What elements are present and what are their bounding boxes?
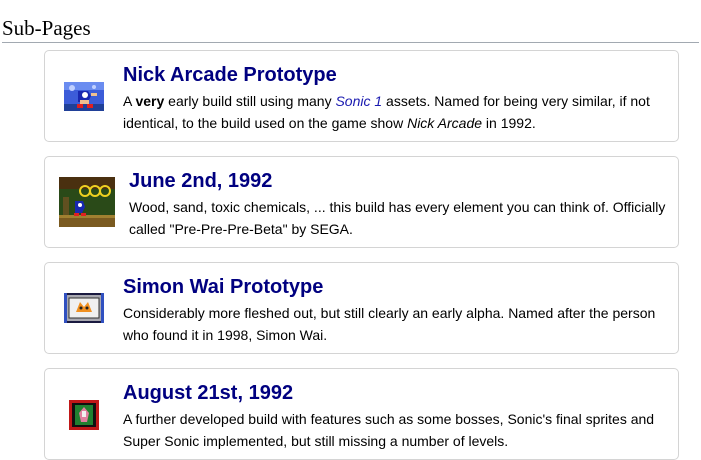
august-21st-thumbnail[interactable] <box>69 400 99 430</box>
card-description: Considerably more fleshed out, but still… <box>123 305 656 343</box>
subpage-card-nick-arcade: Nick Arcade Prototype A very early build… <box>44 50 679 142</box>
card-title[interactable]: June 2nd, 1992 <box>129 169 272 193</box>
simon-wai-thumbnail[interactable] <box>64 293 104 323</box>
june-2nd-thumbnail[interactable] <box>59 177 115 227</box>
desc-text: A <box>123 93 136 109</box>
desc-italic: Nick Arcade <box>407 115 483 131</box>
section-heading: Sub-Pages <box>2 15 699 43</box>
card-description: Wood, sand, toxic chemicals, ... this bu… <box>129 199 666 237</box>
subpage-card-simon-wai: Simon Wai Prototype Considerably more fl… <box>44 262 679 354</box>
card-title[interactable]: August 21st, 1992 <box>123 381 293 405</box>
card-description: A further developed build with features … <box>123 411 655 449</box>
subpage-card-august-21st: August 21st, 1992 A further developed bu… <box>44 368 679 460</box>
desc-bold: very <box>135 93 165 109</box>
nick-arcade-thumbnail[interactable] <box>64 82 104 111</box>
sonic-1-link[interactable]: Sonic 1 <box>335 93 382 109</box>
card-title[interactable]: Simon Wai Prototype <box>123 275 323 299</box>
card-title[interactable]: Nick Arcade Prototype <box>123 63 337 87</box>
desc-text: in 1992. <box>482 115 536 131</box>
subpage-card-june-2nd: June 2nd, 1992 Wood, sand, toxic chemica… <box>44 156 679 248</box>
desc-text: early build still using many <box>164 93 336 109</box>
card-description: A very early build still using many Soni… <box>123 90 668 134</box>
